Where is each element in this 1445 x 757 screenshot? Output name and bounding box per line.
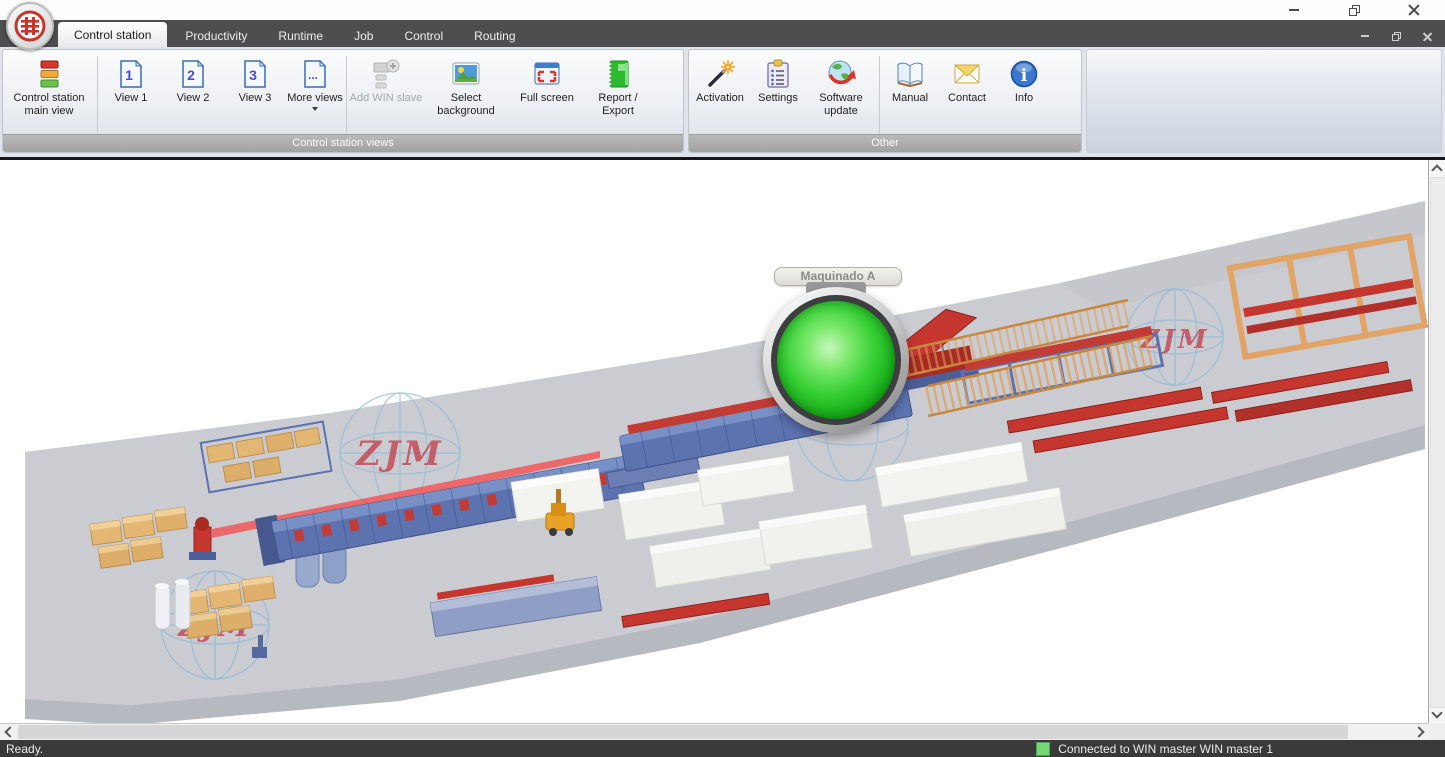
scroll-right-button[interactable]: [1411, 724, 1428, 740]
horizontal-scrollbar[interactable]: [0, 723, 1428, 740]
chevron-left-icon: [4, 726, 15, 737]
view-3-button[interactable]: 3 View 3: [224, 52, 286, 105]
contact-button[interactable]: Contact: [938, 52, 996, 105]
scroll-left-button[interactable]: [0, 724, 17, 740]
settings-clipboard-icon: [762, 56, 794, 92]
svg-text:3: 3: [249, 67, 257, 83]
report-export-icon: [602, 56, 634, 92]
status-message: Ready.: [6, 742, 43, 756]
ribbon-separator: [879, 56, 880, 134]
view-1-icon: 1: [115, 56, 147, 92]
close-icon: [1408, 4, 1420, 16]
ribbon-separator: [97, 56, 98, 134]
view-2-button[interactable]: 2 View 2: [162, 52, 224, 105]
add-win-slave-button: Add WIN slave: [349, 52, 423, 105]
ribbon-tabbar: Control station Productivity Runtime Job…: [0, 20, 1445, 47]
contact-envelope-icon: [951, 56, 983, 92]
tab-job[interactable]: Job: [341, 24, 386, 47]
full-screen-button[interactable]: Full screen: [509, 52, 585, 105]
scroll-up-button[interactable]: [1429, 160, 1445, 177]
select-background-icon: [450, 56, 482, 92]
more-views-icon: ...: [299, 56, 331, 92]
ribbon-separator: [346, 56, 347, 134]
mdi-close-button[interactable]: [1419, 30, 1435, 42]
control-station-main-view-button[interactable]: Control station main view: [3, 52, 95, 117]
svg-text:1: 1: [125, 67, 133, 83]
svg-text:2: 2: [187, 67, 195, 83]
tab-control[interactable]: Control: [391, 24, 456, 47]
mdi-minimize-icon: [1361, 35, 1369, 37]
add-win-slave-icon: [370, 56, 402, 92]
connection-status-text: Connected to WIN master WIN master 1: [1058, 742, 1273, 756]
restore-button[interactable]: [1341, 2, 1367, 18]
scroll-down-button[interactable]: [1429, 706, 1445, 723]
statusbar: Ready. Connected to WIN master WIN maste…: [0, 740, 1445, 757]
mdi-window-controls: [1357, 30, 1435, 42]
report-export-button[interactable]: Report / Export: [585, 52, 651, 117]
info-icon: i: [1008, 56, 1040, 92]
application-window: Control station Productivity Runtime Job…: [0, 0, 1445, 757]
ribbon-empty-area: [1086, 49, 1442, 153]
status-light-maquinado-a[interactable]: [763, 287, 909, 433]
titlebar: [0, 0, 1445, 20]
chevron-up-icon: [1431, 164, 1442, 175]
minimize-icon: [1289, 9, 1299, 11]
chevron-right-icon: [1413, 726, 1424, 737]
group-label-other: Other: [689, 134, 1081, 152]
tab-control-station[interactable]: Control station: [58, 22, 167, 47]
activation-button[interactable]: Activation: [689, 52, 751, 105]
more-views-button[interactable]: ... More views: [286, 52, 344, 111]
manual-button[interactable]: Manual: [882, 52, 938, 105]
mdi-minimize-button[interactable]: [1357, 30, 1373, 42]
mdi-close-icon: [1423, 32, 1432, 41]
tab-routing[interactable]: Routing: [461, 24, 528, 47]
scrollbar-corner: [1428, 723, 1445, 740]
mdi-restore-icon: [1392, 32, 1401, 41]
tab-productivity[interactable]: Productivity: [172, 24, 260, 47]
svg-text:i: i: [1021, 66, 1028, 86]
more-views-dropdown-arrow-icon: [312, 107, 318, 111]
ribbon-group-other: Activation: [688, 49, 1082, 153]
tab-runtime[interactable]: Runtime: [265, 24, 336, 47]
control-station-canvas[interactable]: ZJM ZJM ZJM: [0, 160, 1428, 723]
group-label-control-station-views: Control station views: [3, 134, 683, 152]
horizontal-scrollbar-thumb[interactable]: [18, 725, 1348, 739]
select-background-button[interactable]: Select background: [423, 52, 509, 117]
ribbon: Control station main view 1 View 1: [0, 47, 1445, 160]
software-update-globe-icon: [825, 56, 857, 92]
minimize-button[interactable]: [1281, 2, 1307, 18]
vertical-scrollbar[interactable]: [1428, 160, 1445, 723]
view-3-icon: 3: [239, 56, 271, 92]
full-screen-icon: [531, 56, 563, 92]
close-button[interactable]: [1401, 2, 1427, 18]
ribbon-group-control-station-views: Control station main view 1 View 1: [2, 49, 684, 153]
view-2-icon: 2: [177, 56, 209, 92]
ribbon-tabs: Control station Productivity Runtime Job…: [58, 22, 534, 47]
vertical-scrollbar-thumb[interactable]: [1430, 177, 1445, 708]
restore-icon: [1349, 5, 1360, 16]
svg-text:...: ...: [308, 68, 318, 82]
control-station-main-view-icon: [33, 56, 65, 92]
app-logo-button[interactable]: [6, 2, 54, 50]
factory-floor-scene: ZJM ZJM ZJM: [0, 160, 1428, 723]
view-1-button[interactable]: 1 View 1: [100, 52, 162, 105]
mdi-restore-button[interactable]: [1388, 30, 1404, 42]
company-logo-icon: [13, 9, 47, 43]
activation-wand-icon: [704, 56, 736, 92]
status-light-green-lens: [777, 301, 895, 419]
chevron-down-icon: [1431, 707, 1442, 718]
svg-text:ZJM: ZJM: [354, 434, 444, 474]
settings-button[interactable]: Settings: [751, 52, 805, 105]
manual-book-icon: [894, 56, 926, 92]
info-button[interactable]: i Info: [996, 52, 1052, 105]
software-update-button[interactable]: Software update: [805, 52, 877, 117]
connection-status-indicator: [1036, 742, 1050, 756]
